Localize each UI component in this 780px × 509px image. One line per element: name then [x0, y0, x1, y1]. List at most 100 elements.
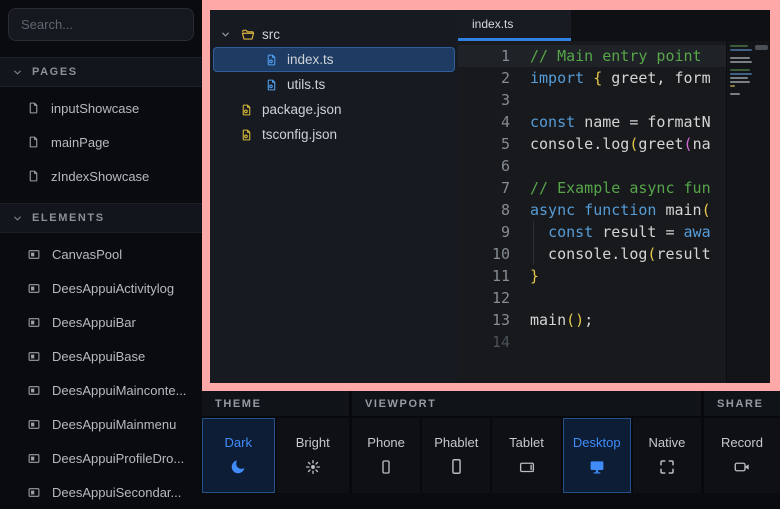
component-icon: [27, 282, 41, 295]
code-text: console.log(result: [510, 245, 711, 263]
minimap-mark: [730, 49, 752, 51]
sun-icon: [304, 457, 322, 477]
code-line: 3: [458, 89, 770, 111]
minimap-mark: [730, 81, 750, 83]
json-file-icon: [240, 103, 262, 117]
toolbar-section-title: SHARE: [717, 398, 764, 410]
line-number: 9: [458, 223, 510, 241]
sidebar-item-deesappuimainmenu[interactable]: DeesAppuiMainmenu: [0, 407, 202, 441]
phablet-icon: [447, 457, 466, 477]
native-icon: [658, 457, 676, 477]
code-line: 12: [458, 287, 770, 309]
toolbar-button-label: Record: [721, 435, 763, 450]
tree-item-label: tsconfig.json: [262, 127, 337, 142]
tab-label: index.ts: [472, 17, 513, 31]
toolbar-section-header: SHARE: [704, 391, 780, 416]
toolbar-section-title: THEME: [215, 398, 262, 410]
minimap-mark: [730, 77, 748, 79]
toolbar-button-label: Dark: [225, 435, 252, 450]
preview-frame: src index.ts utils.ts package.json tscon…: [202, 0, 780, 391]
code-area[interactable]: 1 // Main entry point 2 import { greet, …: [458, 41, 770, 383]
tree-item-package-json[interactable]: package.json: [213, 97, 455, 122]
sidebar-item-label: DeesAppuiActivitylog: [52, 281, 174, 296]
toolbar-button-phablet[interactable]: Phablet: [422, 418, 490, 493]
ts-file-icon: [265, 53, 287, 67]
minimap-scrollbar-thumb[interactable]: [755, 45, 768, 50]
code-text: console.log(greet(na: [510, 135, 711, 153]
file-tree: src index.ts utils.ts package.json tscon…: [210, 10, 458, 383]
minimap[interactable]: [726, 41, 770, 383]
code-line: 5 console.log(greet(na: [458, 133, 770, 155]
toolbar-button-phone[interactable]: Phone: [352, 418, 420, 493]
code-preview: src index.ts utils.ts package.json tscon…: [210, 10, 770, 383]
toolbar-section-viewport: VIEWPORT Phone Phablet Tablet Desktop Na…: [352, 391, 701, 493]
line-number: 6: [458, 157, 510, 175]
component-icon: [27, 486, 41, 499]
line-number: 8: [458, 201, 510, 219]
tree-item-utils-ts[interactable]: utils.ts: [213, 72, 455, 97]
toolbar-section-title: VIEWPORT: [365, 398, 436, 410]
toolbar-button-label: Native: [648, 435, 685, 450]
sidebar-section-header-elements[interactable]: ELEMENTS: [0, 203, 202, 233]
sidebar-section: ELEMENTS CanvasPool DeesAppuiActivitylog…: [0, 203, 202, 509]
line-number: 7: [458, 179, 510, 197]
line-number: 14: [458, 333, 510, 351]
tree-item-label: index.ts: [287, 52, 334, 67]
tree-item-index-ts[interactable]: index.ts: [213, 47, 455, 72]
document-icon: [27, 135, 40, 149]
sidebar-item-deesappuibase[interactable]: DeesAppuiBase: [0, 339, 202, 373]
sidebar-item-canvaspool[interactable]: CanvasPool: [0, 237, 202, 271]
code-line: 9 const result = awa: [458, 221, 770, 243]
document-icon: [27, 101, 40, 115]
code-line: 7 // Example async fun: [458, 177, 770, 199]
sidebar-item-zindexshowcase[interactable]: zIndexShowcase: [0, 159, 202, 193]
toolbar-button-native[interactable]: Native: [633, 418, 701, 493]
code-text: async function main(: [510, 201, 711, 219]
line-number: 13: [458, 311, 510, 329]
sidebar-section-header-pages[interactable]: PAGES: [0, 57, 202, 87]
code-line: 10 console.log(result: [458, 243, 770, 265]
search-wrap: [0, 0, 202, 47]
sidebar-item-mainpage[interactable]: mainPage: [0, 125, 202, 159]
sidebar-item-deesappuibar[interactable]: DeesAppuiBar: [0, 305, 202, 339]
toolbar-button-label: Bright: [296, 435, 330, 450]
code-text: }: [510, 267, 539, 285]
sidebar-item-deesappuisecondar[interactable]: DeesAppuiSecondar...: [0, 475, 202, 509]
json-file-icon: [240, 128, 262, 142]
line-number: 1: [458, 47, 510, 65]
code-line: 4 const name = formatN: [458, 111, 770, 133]
toolbar-button-bright[interactable]: Bright: [277, 418, 350, 493]
sidebar-item-deesappuimainconte[interactable]: DeesAppuiMainconte...: [0, 373, 202, 407]
sidebar-item-deesappuiprofiledro[interactable]: DeesAppuiProfileDro...: [0, 441, 202, 475]
minimap-mark: [730, 45, 748, 47]
tab-bar: index.ts: [458, 10, 770, 41]
tree-item-label: utils.ts: [287, 77, 325, 92]
sidebar-item-label: mainPage: [51, 135, 110, 150]
moon-icon: [229, 457, 247, 477]
sidebar-item-deesappuiactivitylog[interactable]: DeesAppuiActivitylog: [0, 271, 202, 305]
toolbar-button-desktop[interactable]: Desktop: [563, 418, 631, 493]
tablet-icon: [517, 457, 537, 477]
desktop-icon: [587, 457, 607, 477]
component-icon: [27, 452, 41, 465]
component-icon: [27, 316, 41, 329]
record-icon: [732, 457, 752, 477]
toolbar-button-dark[interactable]: Dark: [202, 418, 275, 493]
search-input[interactable]: [8, 8, 194, 41]
sidebar-item-inputshowcase[interactable]: inputShowcase: [0, 91, 202, 125]
toolbar-button-record[interactable]: Record: [704, 418, 780, 493]
toolbar-button-tablet[interactable]: Tablet: [492, 418, 560, 493]
tree-item-tsconfig-json[interactable]: tsconfig.json: [213, 122, 455, 147]
sidebar-item-label: inputShowcase: [51, 101, 139, 116]
sidebar-item-label: DeesAppuiMainconte...: [52, 383, 186, 398]
tree-item-src[interactable]: src: [213, 22, 455, 47]
sidebar: PAGES inputShowcase mainPage zIndexShowc…: [0, 0, 202, 493]
line-number: 11: [458, 267, 510, 285]
sidebar-item-label: DeesAppuiBar: [52, 315, 136, 330]
line-number: 12: [458, 289, 510, 307]
component-icon: [27, 418, 41, 431]
tab-index-ts[interactable]: index.ts: [458, 10, 571, 41]
line-number: 2: [458, 69, 510, 87]
bottom-toolbar: THEME Dark Bright VIEWPORT Phone Phablet…: [202, 391, 780, 493]
toolbar-button-label: Tablet: [509, 435, 544, 450]
